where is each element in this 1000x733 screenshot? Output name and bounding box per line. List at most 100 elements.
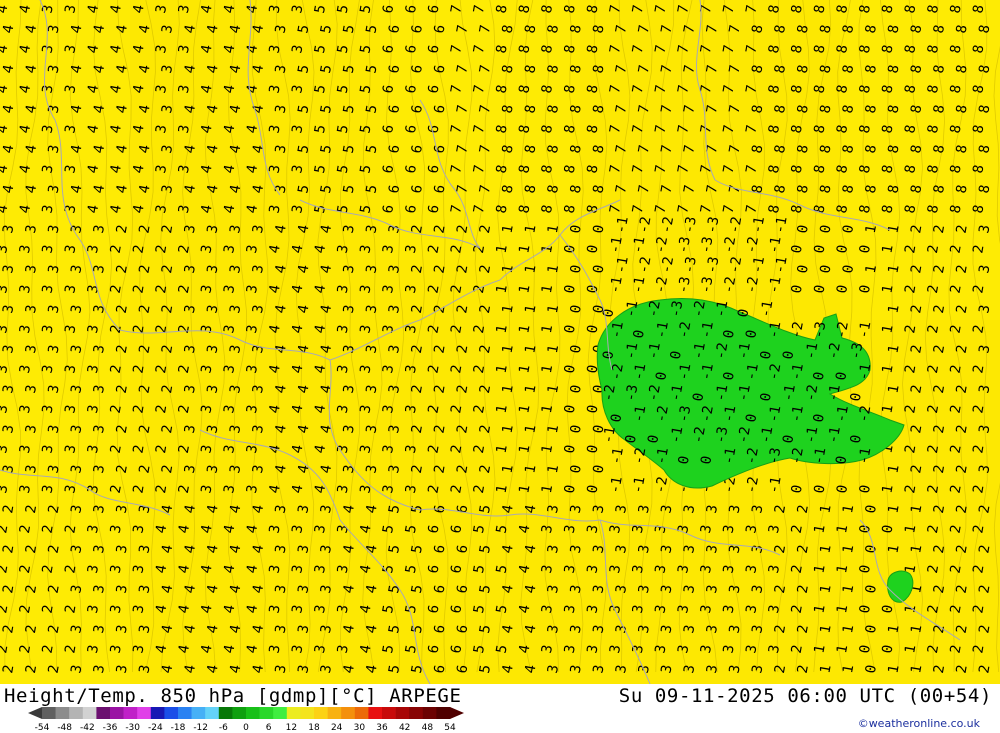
cold-contour-label: -2 <box>788 446 807 465</box>
contour-label: -1 <box>607 235 626 254</box>
color-scale-ticks: -54 -48 -42 -36 -30 -24 -18 -12 -6 0 6 12 18 24 30 36 42… <box>35 723 456 732</box>
cold-contour-label: -2 <box>833 320 852 339</box>
scale-color-box <box>409 707 424 719</box>
scale-color-box <box>354 707 369 719</box>
scale-color-box <box>96 707 111 719</box>
scale-color-box <box>259 707 274 719</box>
cold-contour-label: -2 <box>825 341 844 360</box>
contour-label: -2 <box>727 255 746 274</box>
cold-contour-label: -2 <box>690 425 709 444</box>
contour-label: -3 <box>704 255 723 274</box>
cold-contour-label: -3 <box>713 425 732 444</box>
scale-color-box <box>55 707 70 719</box>
contour-label: -1 <box>630 275 649 294</box>
contour-label: -2 <box>652 275 671 294</box>
cold-contour-label: -2 <box>766 362 785 381</box>
cold-contour-label: -2 <box>600 383 619 402</box>
cold-contour-label: -1 <box>713 383 732 402</box>
scale-right-arrow <box>450 707 464 719</box>
cold-contour-label: -1 <box>856 446 875 465</box>
map-canvas: 4433444334443355566677888887777777888888… <box>0 0 1000 684</box>
cold-contour-label: -1 <box>735 383 754 402</box>
contour-label: -1 <box>613 215 632 234</box>
cold-contour-label: -2 <box>803 383 822 402</box>
cold-contour-label: -1 <box>623 299 642 318</box>
scale-color-box <box>150 707 165 719</box>
contour-label: -2 <box>636 255 655 274</box>
scale-tick-label: 30 <box>354 723 366 732</box>
contour-label: -3 <box>704 215 723 234</box>
scale-tick-label: 42 <box>399 723 410 732</box>
cold-contour-label: -1 <box>608 320 627 339</box>
scale-color-box <box>300 707 315 719</box>
scale-tick-label: -30 <box>125 723 140 732</box>
contour-label: -3 <box>698 275 717 294</box>
cold-contour-label: -1 <box>803 341 822 360</box>
contour-label: -3 <box>675 235 694 254</box>
contour-label: -1 <box>766 235 785 254</box>
scale-tick-label: -12 <box>193 723 208 732</box>
cold-contour-label: -3 <box>811 320 830 339</box>
map-title: Height/Temp. 850 hPa [gdmp][°C] ARPEGE <box>4 685 462 707</box>
weather-map: 4433444334443355566677888887777777888888… <box>0 0 1000 684</box>
cold-contour-label: -1 <box>735 341 754 360</box>
scale-color-box <box>436 707 451 719</box>
scale-color-box <box>314 707 328 719</box>
scale-color-box <box>82 707 97 719</box>
contour-label: -2 <box>652 235 671 254</box>
contour-label: -1 <box>630 235 649 254</box>
cold-contour-label: -1 <box>721 446 740 465</box>
contour-label: -1 <box>749 255 768 274</box>
scale-tick-label: -54 <box>35 723 50 732</box>
contour-label: -2 <box>652 475 671 494</box>
cold-contour-label: -1 <box>766 404 785 423</box>
scale-color-box <box>273 707 288 719</box>
contour-label: -1 <box>613 255 632 274</box>
scale-color-box <box>218 707 233 719</box>
cold-contour-label: -1 <box>856 320 875 339</box>
contour-label: -2 <box>658 255 677 274</box>
credit-link[interactable]: ©weatheronline.co.uk <box>858 717 980 730</box>
contour-label: -1 <box>766 475 785 494</box>
cold-contour-label: -1 <box>811 446 830 465</box>
cold-contour-label: -1 <box>698 320 717 339</box>
cold-contour-label: -1 <box>653 446 672 465</box>
cold-contour-label: -2 <box>698 404 717 423</box>
warm-shade <box>0 0 130 684</box>
cold-contour-label: -1 <box>668 383 687 402</box>
contour-label: -1 <box>749 215 768 234</box>
scale-tick-label: 24 <box>331 723 343 732</box>
cold-contour-label: -2 <box>743 446 762 465</box>
cold-contour-label: -2 <box>645 383 664 402</box>
cold-contour-label: -3 <box>766 446 785 465</box>
cold-contour-label: -1 <box>713 299 732 318</box>
cold-contour-label: -1 <box>856 362 875 381</box>
scale-color-box <box>42 707 56 719</box>
scale-color-box <box>327 707 342 719</box>
cold-contour-label: -1 <box>825 425 844 444</box>
cold-contour-label: -2 <box>631 446 650 465</box>
scale-color-box <box>422 707 437 719</box>
scale-tick-label: -42 <box>80 723 95 732</box>
scale-color-box <box>191 707 206 719</box>
scale-color-box <box>178 707 192 719</box>
cold-contour-label: -2 <box>645 299 664 318</box>
cold-contour-label: -1 <box>631 362 650 381</box>
scale-color-box <box>395 707 410 719</box>
contour-label: -3 <box>698 235 717 254</box>
scale-tick-label: -18 <box>171 723 186 732</box>
scale-color-box <box>246 707 260 719</box>
cold-contour-label: -2 <box>690 299 709 318</box>
contour-label: -3 <box>681 215 700 234</box>
scale-tick-label: 12 <box>286 723 297 732</box>
cold-contour-label: -1 <box>721 404 740 423</box>
scale-color-box <box>69 707 84 719</box>
cold-contour-label: -1 <box>698 362 717 381</box>
scale-color-box <box>205 707 220 719</box>
color-scale-legend: -54 -48 -42 -36 -30 -24 -18 -12 -6 0 6 12 18 24 30 36 42… <box>28 707 464 732</box>
cold-contour-label: -1 <box>608 446 627 465</box>
cold-contour-label: -1 <box>825 383 844 402</box>
scale-color-box <box>341 707 356 719</box>
cold-contour-label: -1 <box>623 341 642 360</box>
cold-contour-label: -2 <box>653 404 672 423</box>
